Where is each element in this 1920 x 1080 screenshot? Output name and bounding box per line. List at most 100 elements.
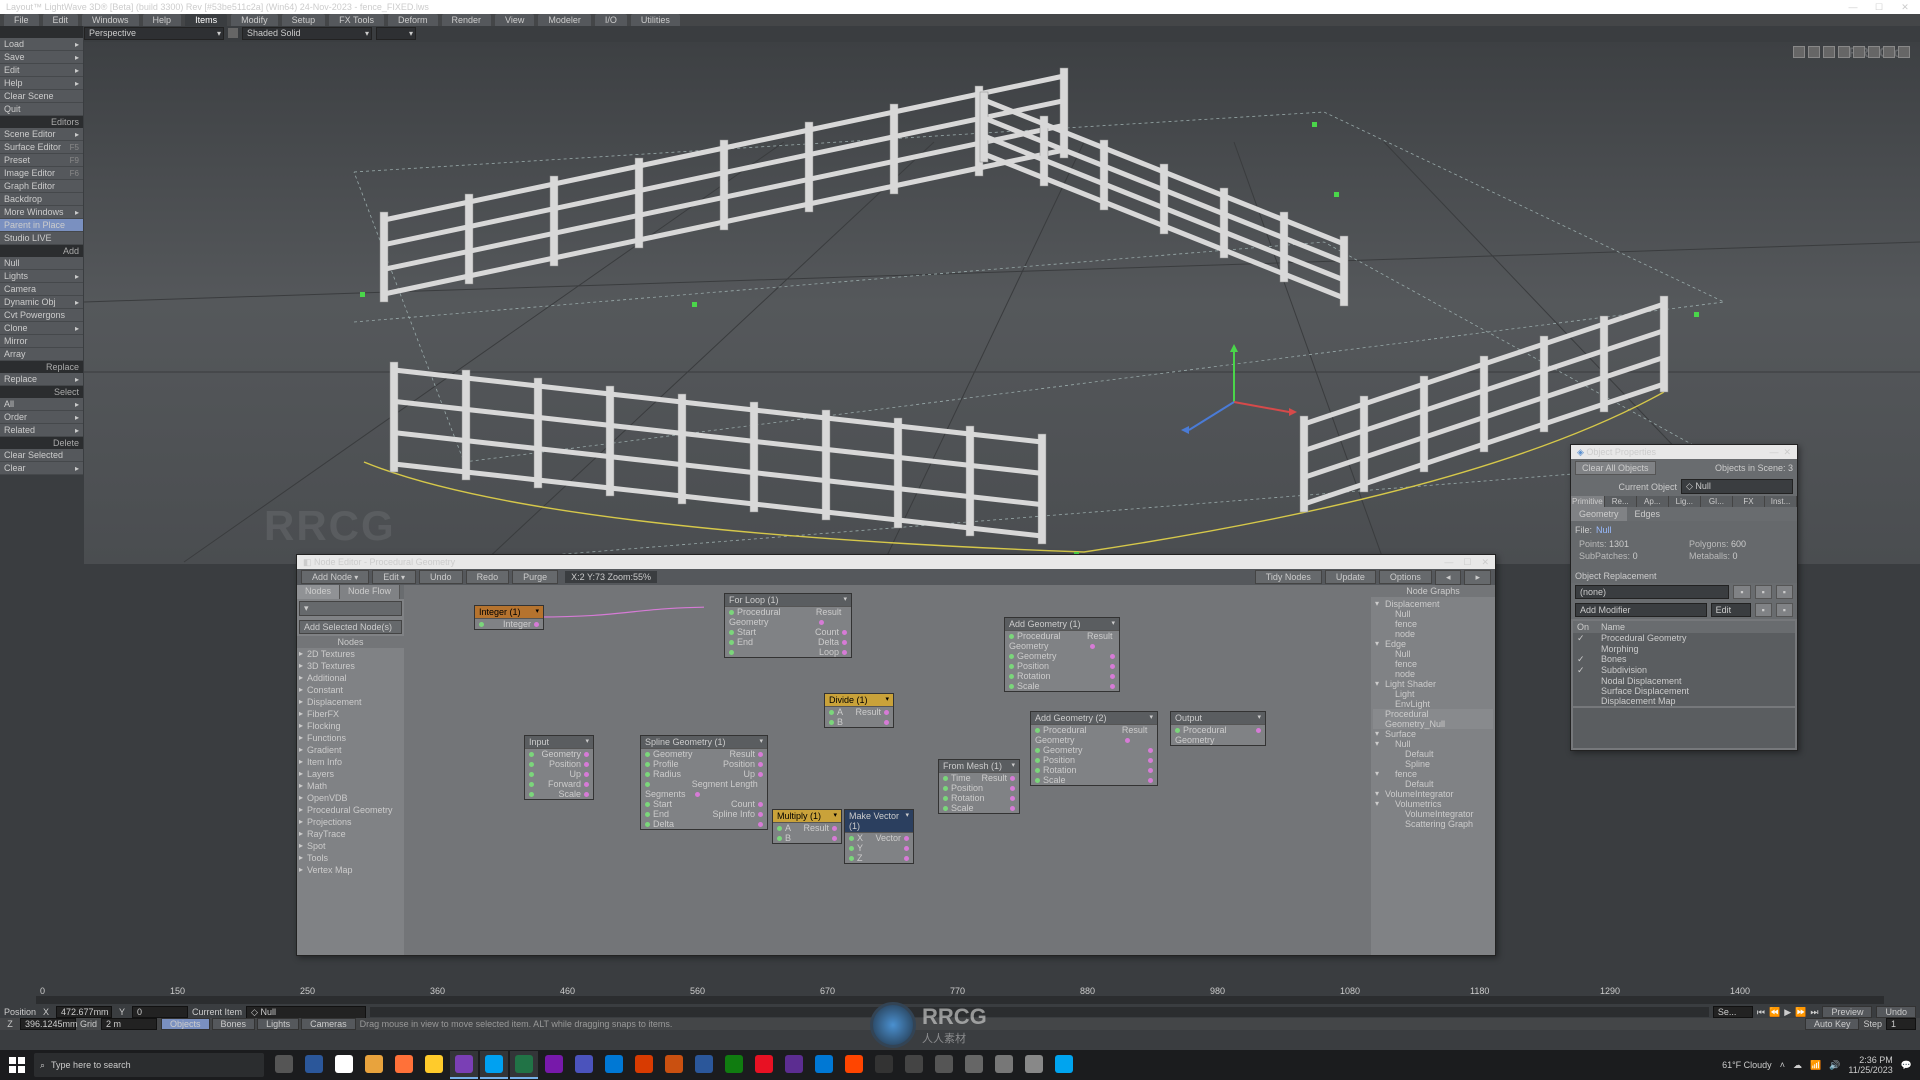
tree-item[interactable]: Spline bbox=[1373, 759, 1493, 769]
sidebar-item-preset[interactable]: PresetF9 bbox=[0, 154, 83, 167]
tree-item[interactable]: fence bbox=[1373, 769, 1493, 779]
subtab-edges[interactable]: Edges bbox=[1627, 507, 1669, 521]
sidebar-item-clear[interactable]: Clear▸ bbox=[0, 462, 83, 475]
vp-icon[interactable] bbox=[1838, 46, 1850, 58]
tree-item[interactable]: Volumetrics bbox=[1373, 799, 1493, 809]
mode-objects[interactable]: Objects bbox=[161, 1018, 210, 1030]
tree-item[interactable]: VolumeIntegrator bbox=[1373, 809, 1493, 819]
ne-btn-purge[interactable]: Purge bbox=[512, 570, 558, 584]
sidebar-item-null[interactable]: Null bbox=[0, 257, 83, 270]
node-makevec[interactable]: Make Vector (1)XVectorYZ bbox=[844, 809, 914, 864]
ne-btn-add-node[interactable]: Add Node bbox=[301, 570, 369, 584]
taskbar-app[interactable] bbox=[390, 1051, 418, 1079]
sidebar-item-camera[interactable]: Camera bbox=[0, 283, 83, 296]
tree-item[interactable]: fence bbox=[1373, 619, 1493, 629]
tree-item[interactable]: Surface bbox=[1373, 729, 1493, 739]
sidebar-item-save[interactable]: Save▸ bbox=[0, 51, 83, 64]
set-button[interactable]: Se... bbox=[1713, 1006, 1753, 1018]
tab-nodes[interactable]: Nodes bbox=[297, 585, 340, 599]
mode-bones[interactable]: Bones bbox=[212, 1018, 256, 1030]
pos-z[interactable]: 396.1245mm bbox=[20, 1018, 76, 1030]
notifications-icon[interactable]: 💬 bbox=[1901, 1060, 1912, 1071]
menu-i/o[interactable]: I/O bbox=[595, 14, 627, 26]
close-icon[interactable]: ✕ bbox=[1896, 2, 1914, 13]
undo-button[interactable]: Undo bbox=[1876, 1006, 1916, 1018]
mod-opt1[interactable]: ▪ bbox=[1755, 603, 1772, 617]
taskbar-app[interactable] bbox=[960, 1051, 988, 1079]
nav-right-icon[interactable]: ▸ bbox=[1464, 570, 1491, 585]
transport-play-icon[interactable]: ▶ bbox=[1784, 1007, 1791, 1018]
taskbar-app[interactable] bbox=[300, 1051, 328, 1079]
add-selected-button[interactable]: Add Selected Node(s) bbox=[299, 620, 402, 634]
taskbar-app[interactable] bbox=[1020, 1051, 1048, 1079]
taskbar-app[interactable] bbox=[870, 1051, 898, 1079]
autokey-button[interactable]: Auto Key bbox=[1805, 1018, 1860, 1030]
node-category[interactable]: Displacement bbox=[297, 696, 404, 708]
taskbar-app[interactable] bbox=[840, 1051, 868, 1079]
taskbar-app[interactable] bbox=[810, 1051, 838, 1079]
timeline-scrub[interactable] bbox=[370, 1007, 1709, 1017]
menu-modify[interactable]: Modify bbox=[231, 14, 278, 26]
taskbar-app[interactable] bbox=[900, 1051, 928, 1079]
close-icon[interactable]: ✕ bbox=[1783, 447, 1791, 457]
transport-last-icon[interactable]: ⏭ bbox=[1810, 1007, 1818, 1018]
sidebar-item-help[interactable]: Help▸ bbox=[0, 77, 83, 90]
node-multiply[interactable]: Multiply (1)AResultB bbox=[772, 809, 842, 844]
tree-item[interactable]: Default bbox=[1373, 749, 1493, 759]
taskbar-app[interactable] bbox=[420, 1051, 448, 1079]
sidebar-item-studio-live[interactable]: Studio LIVE bbox=[0, 232, 83, 245]
node-category[interactable]: 2D Textures bbox=[297, 648, 404, 660]
node-category[interactable]: Additional bbox=[297, 672, 404, 684]
node-category[interactable]: 3D Textures bbox=[297, 660, 404, 672]
node-category[interactable]: Math bbox=[297, 780, 404, 792]
menu-modeler[interactable]: Modeler bbox=[538, 14, 591, 26]
tray-up-icon[interactable]: ˄ bbox=[1780, 1060, 1785, 1070]
menu-utilities[interactable]: Utilities bbox=[631, 14, 680, 26]
menu-view[interactable]: View bbox=[495, 14, 534, 26]
tree-item[interactable]: fence bbox=[1373, 659, 1493, 669]
taskbar-search[interactable]: ⌕ Type here to search bbox=[34, 1053, 264, 1077]
sidebar-item-clone[interactable]: Clone▸ bbox=[0, 322, 83, 335]
pos-y[interactable]: 0 bbox=[132, 1006, 188, 1018]
sidebar-item-array[interactable]: Array bbox=[0, 348, 83, 361]
modifier-row[interactable]: ✓Subdivision bbox=[1573, 665, 1795, 676]
maximize-icon[interactable]: ☐ bbox=[1870, 2, 1888, 13]
node-canvas[interactable]: Integer (1)IntegerFor Loop (1)Procedural… bbox=[404, 585, 1371, 955]
sidebar-item-backdrop[interactable]: Backdrop bbox=[0, 193, 83, 206]
modifier-row[interactable]: Surface Displacement bbox=[1573, 686, 1795, 696]
node-category[interactable]: Spot bbox=[297, 840, 404, 852]
node-category[interactable]: Gradient bbox=[297, 744, 404, 756]
taskbar-app[interactable] bbox=[750, 1051, 778, 1079]
tree-item[interactable]: Scattering Graph bbox=[1373, 819, 1493, 829]
maximize-icon[interactable]: ☐ bbox=[1463, 557, 1471, 568]
node-category[interactable]: RayTrace bbox=[297, 828, 404, 840]
tree-item[interactable]: Null bbox=[1373, 739, 1493, 749]
mode-lights[interactable]: Lights bbox=[257, 1018, 299, 1030]
node-frommesh[interactable]: From Mesh (1)TimeResultPositionRotationS… bbox=[938, 759, 1020, 814]
sidebar-item-more-windows[interactable]: More Windows▸ bbox=[0, 206, 83, 219]
objrepl-opt3[interactable]: ▪ bbox=[1776, 585, 1793, 599]
ne-btn-undo[interactable]: Undo bbox=[419, 570, 463, 584]
tree-item[interactable]: Default bbox=[1373, 779, 1493, 789]
current-object-dropdown[interactable]: ◇ Null bbox=[1681, 479, 1793, 494]
tree-item[interactable]: Light Shader bbox=[1373, 679, 1493, 689]
objprop-titlebar[interactable]: ◈ Object Properties — ✕ bbox=[1571, 445, 1797, 459]
node-divide[interactable]: Divide (1)AResultB bbox=[824, 693, 894, 728]
view-icon[interactable] bbox=[228, 28, 238, 38]
ne-btn-options[interactable]: Options bbox=[1379, 570, 1432, 584]
start-button[interactable] bbox=[0, 1050, 34, 1080]
taskbar-app[interactable] bbox=[540, 1051, 568, 1079]
graph-dropdown[interactable]: ▾ bbox=[299, 601, 402, 616]
modifier-row[interactable]: ✓Procedural Geometry bbox=[1573, 633, 1795, 644]
taskbar-app[interactable] bbox=[450, 1051, 478, 1079]
transport-prev-icon[interactable]: ⏪ bbox=[1769, 1007, 1780, 1018]
node-category[interactable]: Projections bbox=[297, 816, 404, 828]
tab-nodeflow[interactable]: Node Flow bbox=[340, 585, 400, 599]
grid-value[interactable]: 2 m bbox=[101, 1018, 157, 1030]
sidebar-item-related[interactable]: Related▸ bbox=[0, 424, 83, 437]
node-category[interactable]: Flocking bbox=[297, 720, 404, 732]
minimize-icon[interactable]: — bbox=[1444, 557, 1453, 568]
addmod-dropdown[interactable]: Add Modifier bbox=[1575, 603, 1707, 617]
menu-fx tools[interactable]: FX Tools bbox=[329, 14, 384, 26]
minimize-icon[interactable]: — bbox=[1844, 2, 1862, 13]
